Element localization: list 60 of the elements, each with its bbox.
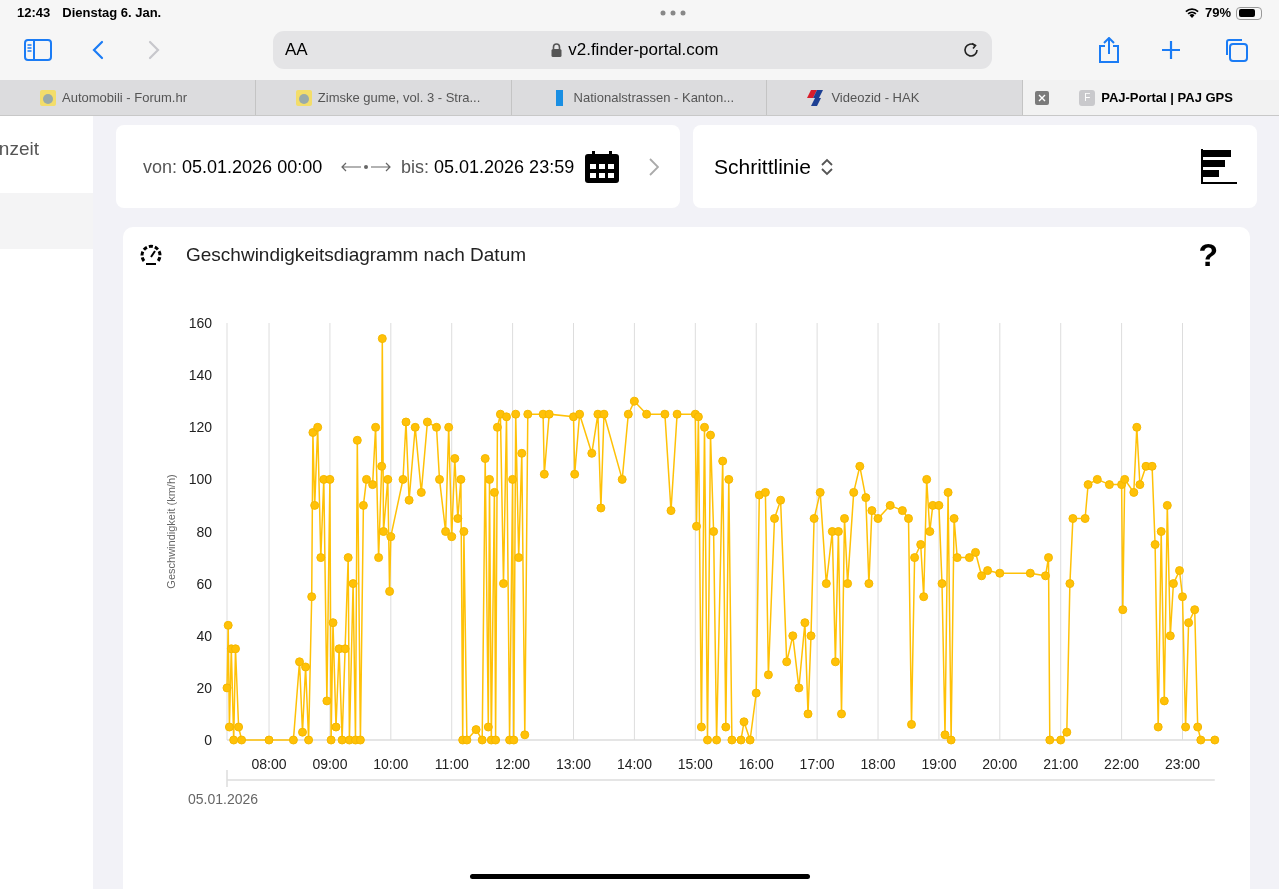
battery-percent: 79%	[1204, 4, 1231, 23]
y-tick-label: 160	[188, 315, 212, 331]
more-icon[interactable]	[659, 10, 686, 16]
help-button[interactable]: ?	[1198, 231, 1218, 279]
up-down-chevron-icon	[819, 156, 834, 177]
wifi-icon	[1183, 7, 1200, 19]
x-tick-label: 23:00	[1165, 756, 1201, 772]
text-size-button[interactable]: AA	[285, 37, 308, 63]
x-tick-label: 09:00	[312, 756, 348, 772]
reload-icon[interactable]	[962, 41, 980, 59]
x-tick-label: 15:00	[677, 756, 713, 772]
address-bar[interactable]: AA v2.finder-portal.com	[273, 31, 992, 69]
chevron-right-icon[interactable]	[649, 157, 659, 176]
from-date[interactable]: von: 05.01.2026 00:00	[143, 154, 323, 179]
x-tick-label: 13:00	[556, 756, 592, 772]
y-tick-label: 120	[188, 419, 212, 436]
battery-icon	[1236, 6, 1262, 20]
y-tick-label: 40	[196, 627, 212, 644]
sidebar-item[interactable]: nzeit	[0, 136, 93, 162]
x-tick-label: 19:00	[921, 756, 957, 772]
y-tick-label: 100	[188, 471, 212, 488]
x-tick-label: 17:00	[799, 756, 835, 772]
chart-title: Geschwindigkeitsdiagramm nach Datum	[186, 242, 527, 267]
calendar-icon[interactable]	[585, 150, 619, 183]
new-tab-icon[interactable]	[1161, 40, 1181, 60]
y-tick-label: 140	[188, 367, 212, 384]
favicon-icon	[295, 89, 312, 106]
x-tick-label: 18:00	[860, 756, 896, 772]
y-tick-label: 80	[196, 523, 212, 540]
back-icon[interactable]	[92, 40, 104, 60]
favicon-icon	[807, 89, 826, 106]
tabs-overview-icon[interactable]	[1223, 37, 1249, 63]
sidebar-icon[interactable]	[24, 39, 52, 61]
speedometer-icon	[140, 244, 162, 266]
y-tick-label: 0	[204, 732, 212, 748]
url-text: v2.finder-portal.com	[568, 39, 719, 62]
date-axis-label: 05.01.2026	[188, 791, 259, 807]
favicon-icon	[40, 89, 56, 106]
x-tick-label: 20:00	[982, 756, 1018, 772]
x-tick-label: 14:00	[616, 756, 652, 772]
x-tick-label: 22:00	[1104, 756, 1140, 772]
status-date: Dienstag 6. Jan.	[62, 4, 162, 23]
x-tick-label: 10:00	[373, 756, 409, 772]
x-tick-label: 08:00	[251, 756, 287, 772]
x-tick-label: 11:00	[434, 756, 469, 772]
y-tick-label: 20	[196, 679, 212, 696]
to-date[interactable]: bis: 05.01.2026 23:59	[401, 154, 581, 179]
share-icon[interactable]	[1098, 37, 1120, 63]
chart-type-selector[interactable]: Schrittlinie	[693, 125, 1257, 208]
bar-chart-icon[interactable]	[1201, 148, 1237, 185]
close-icon[interactable]	[1035, 90, 1050, 105]
x-tick-label: 21:00	[1043, 756, 1079, 772]
y-tick-label: 60	[196, 575, 212, 592]
y-axis-title: Geschwindigkeit (km/h)	[165, 474, 177, 589]
x-tick-label: 12:00	[495, 756, 531, 772]
status-time: 12:43	[17, 4, 51, 23]
range-arrow-icon	[341, 161, 391, 172]
chart-type-label: Schrittlinie	[714, 153, 811, 180]
lock-icon	[551, 43, 563, 57]
x-tick-label: 16:00	[738, 756, 774, 772]
